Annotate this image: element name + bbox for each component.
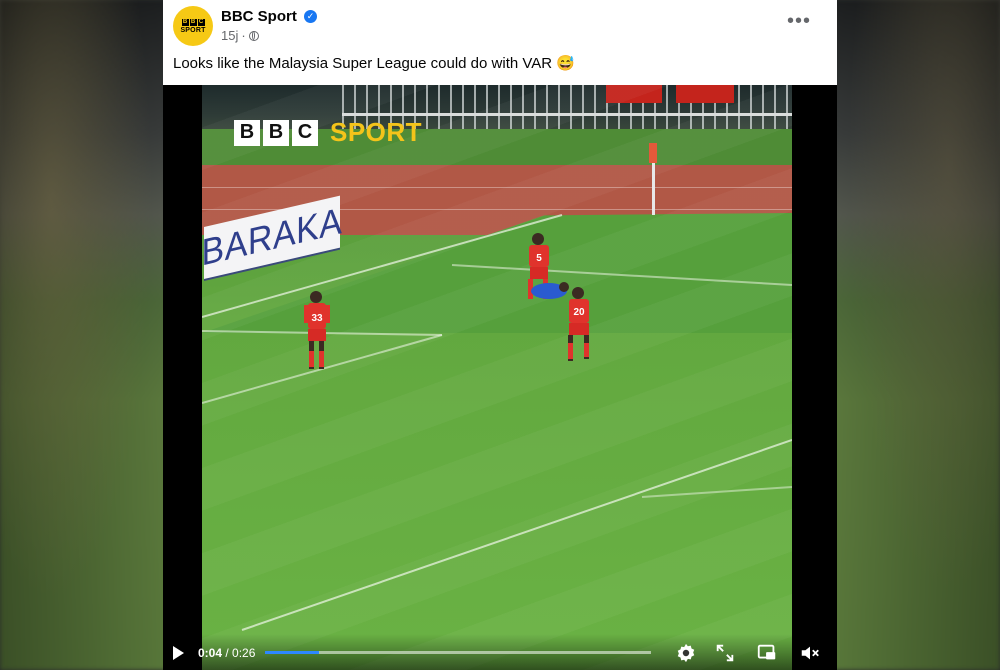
logo-letter-b1: B: [234, 119, 260, 146]
meta-separator: ·: [241, 28, 246, 43]
video-player[interactable]: BARAKA B B C SPORT 33 5 20 0:04 / 0:26: [163, 85, 837, 670]
fullscreen-icon[interactable]: [714, 642, 736, 664]
avatar[interactable]: B B C SPORT: [173, 6, 213, 46]
total-time: 0:26: [232, 646, 256, 660]
avatar-block-b1: B: [181, 18, 189, 26]
globe-icon: [248, 30, 259, 41]
avatar-block-c: C: [197, 18, 205, 26]
player-number: 5: [536, 253, 542, 264]
player-number: 20: [573, 307, 585, 318]
settings-icon[interactable]: [675, 642, 697, 664]
video-time: 0:04 / 0:26: [198, 646, 255, 660]
avatar-block-b2: B: [189, 18, 197, 26]
progress-bar[interactable]: [265, 651, 651, 654]
page-name[interactable]: BBC Sport: [221, 8, 297, 25]
corner-flag: [649, 143, 657, 163]
time-separator: /: [222, 646, 233, 660]
video-frame: BARAKA B B C SPORT 33 5 20: [202, 85, 792, 670]
more-options-button[interactable]: •••: [787, 11, 811, 31]
player-20: 20: [568, 287, 589, 361]
pip-icon[interactable]: [756, 642, 778, 664]
background-glow-right: [830, 0, 1000, 670]
video-controls: 0:04 / 0:26: [163, 634, 837, 670]
current-time: 0:04: [198, 646, 223, 660]
post-card: B B C SPORT BBC Sport ✓ 15j · ••• Looks …: [163, 0, 837, 670]
verified-icon: ✓: [304, 10, 317, 23]
avatar-bbc-blocks: B B C: [181, 18, 205, 26]
player-number: 33: [311, 313, 323, 324]
volume-icon[interactable]: [799, 642, 821, 664]
logo-letter-c: C: [292, 119, 318, 146]
pitch-lines: [202, 214, 792, 631]
play-icon[interactable]: [173, 646, 184, 660]
player-33: 33: [304, 291, 330, 369]
post-time[interactable]: 15j: [221, 28, 238, 43]
avatar-sport-text: SPORT: [180, 26, 206, 34]
logo-sport-word: SPORT: [330, 117, 423, 147]
post-header: B B C SPORT BBC Sport ✓ 15j · •••: [173, 6, 827, 50]
post-caption: Looks like the Malaysia Super League cou…: [173, 55, 575, 72]
logo-letter-b2: B: [263, 119, 289, 146]
progress-fill: [265, 651, 320, 654]
post-meta: 15j ·: [221, 28, 259, 43]
bbc-sport-logo: B B C SPORT: [234, 117, 422, 148]
background-glow-left: [0, 0, 170, 670]
